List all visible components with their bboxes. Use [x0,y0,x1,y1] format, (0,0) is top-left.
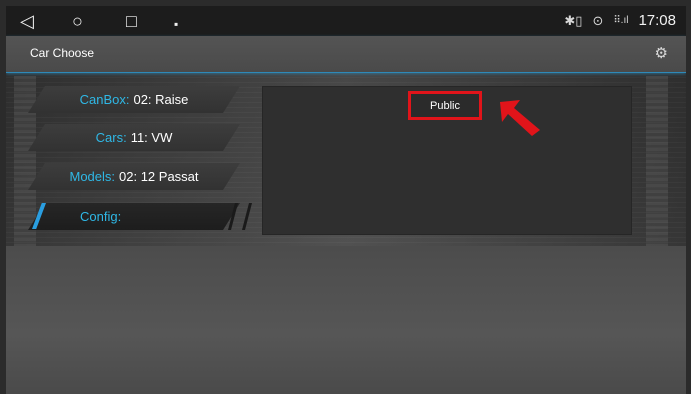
option-value: 11: VW [130,130,173,145]
title-bar: Car Choose ⚙ [6,36,686,73]
option-value: 02: Raise [133,92,189,107]
location-icon: ⊙ [592,12,604,28]
recents-icon[interactable]: □ [126,11,137,31]
page-title: Car Choose [30,46,95,60]
public-option-label: Public [430,99,460,112]
arrow-icon [500,100,540,136]
option-value: 02: 12 Passat [119,169,199,184]
option-models[interactable]: Models: 02: 12 Passat [28,163,240,190]
bluetooth-icon: ✱▯ [564,12,583,28]
status-icons: ✱▯ ⊙ ⠿.ıl 17:08 [564,12,676,29]
option-key: CanBox: [79,92,130,107]
back-icon[interactable]: ◁ [20,11,34,31]
option-key: Config: [80,209,122,224]
option-config[interactable]: Config: [28,203,240,230]
status-bar: ◁ ○ □ ▪ ✱▯ ⊙ ⠿.ıl 17:08 [6,6,686,36]
signal-icon: ⠿.ıl [613,15,629,26]
screen: ◁ ○ □ ▪ ✱▯ ⊙ ⠿.ıl 17:08 Car Choose ⚙ Can… [6,6,686,394]
background-column [14,76,36,246]
option-canbox[interactable]: CanBox: 02: Raise [28,86,240,113]
gear-icon[interactable]: ⚙ [655,44,668,62]
home-icon[interactable]: ○ [72,11,83,31]
public-option-button[interactable]: Public [408,91,482,120]
option-cars[interactable]: Cars: 11: VW [28,124,240,151]
background-floor [6,246,686,394]
option-key: Cars: [95,130,127,145]
background-column [646,76,668,246]
notification-icon[interactable]: ▪ [174,14,178,34]
clock: 17:08 [638,12,676,29]
option-key: Models: [69,169,116,184]
